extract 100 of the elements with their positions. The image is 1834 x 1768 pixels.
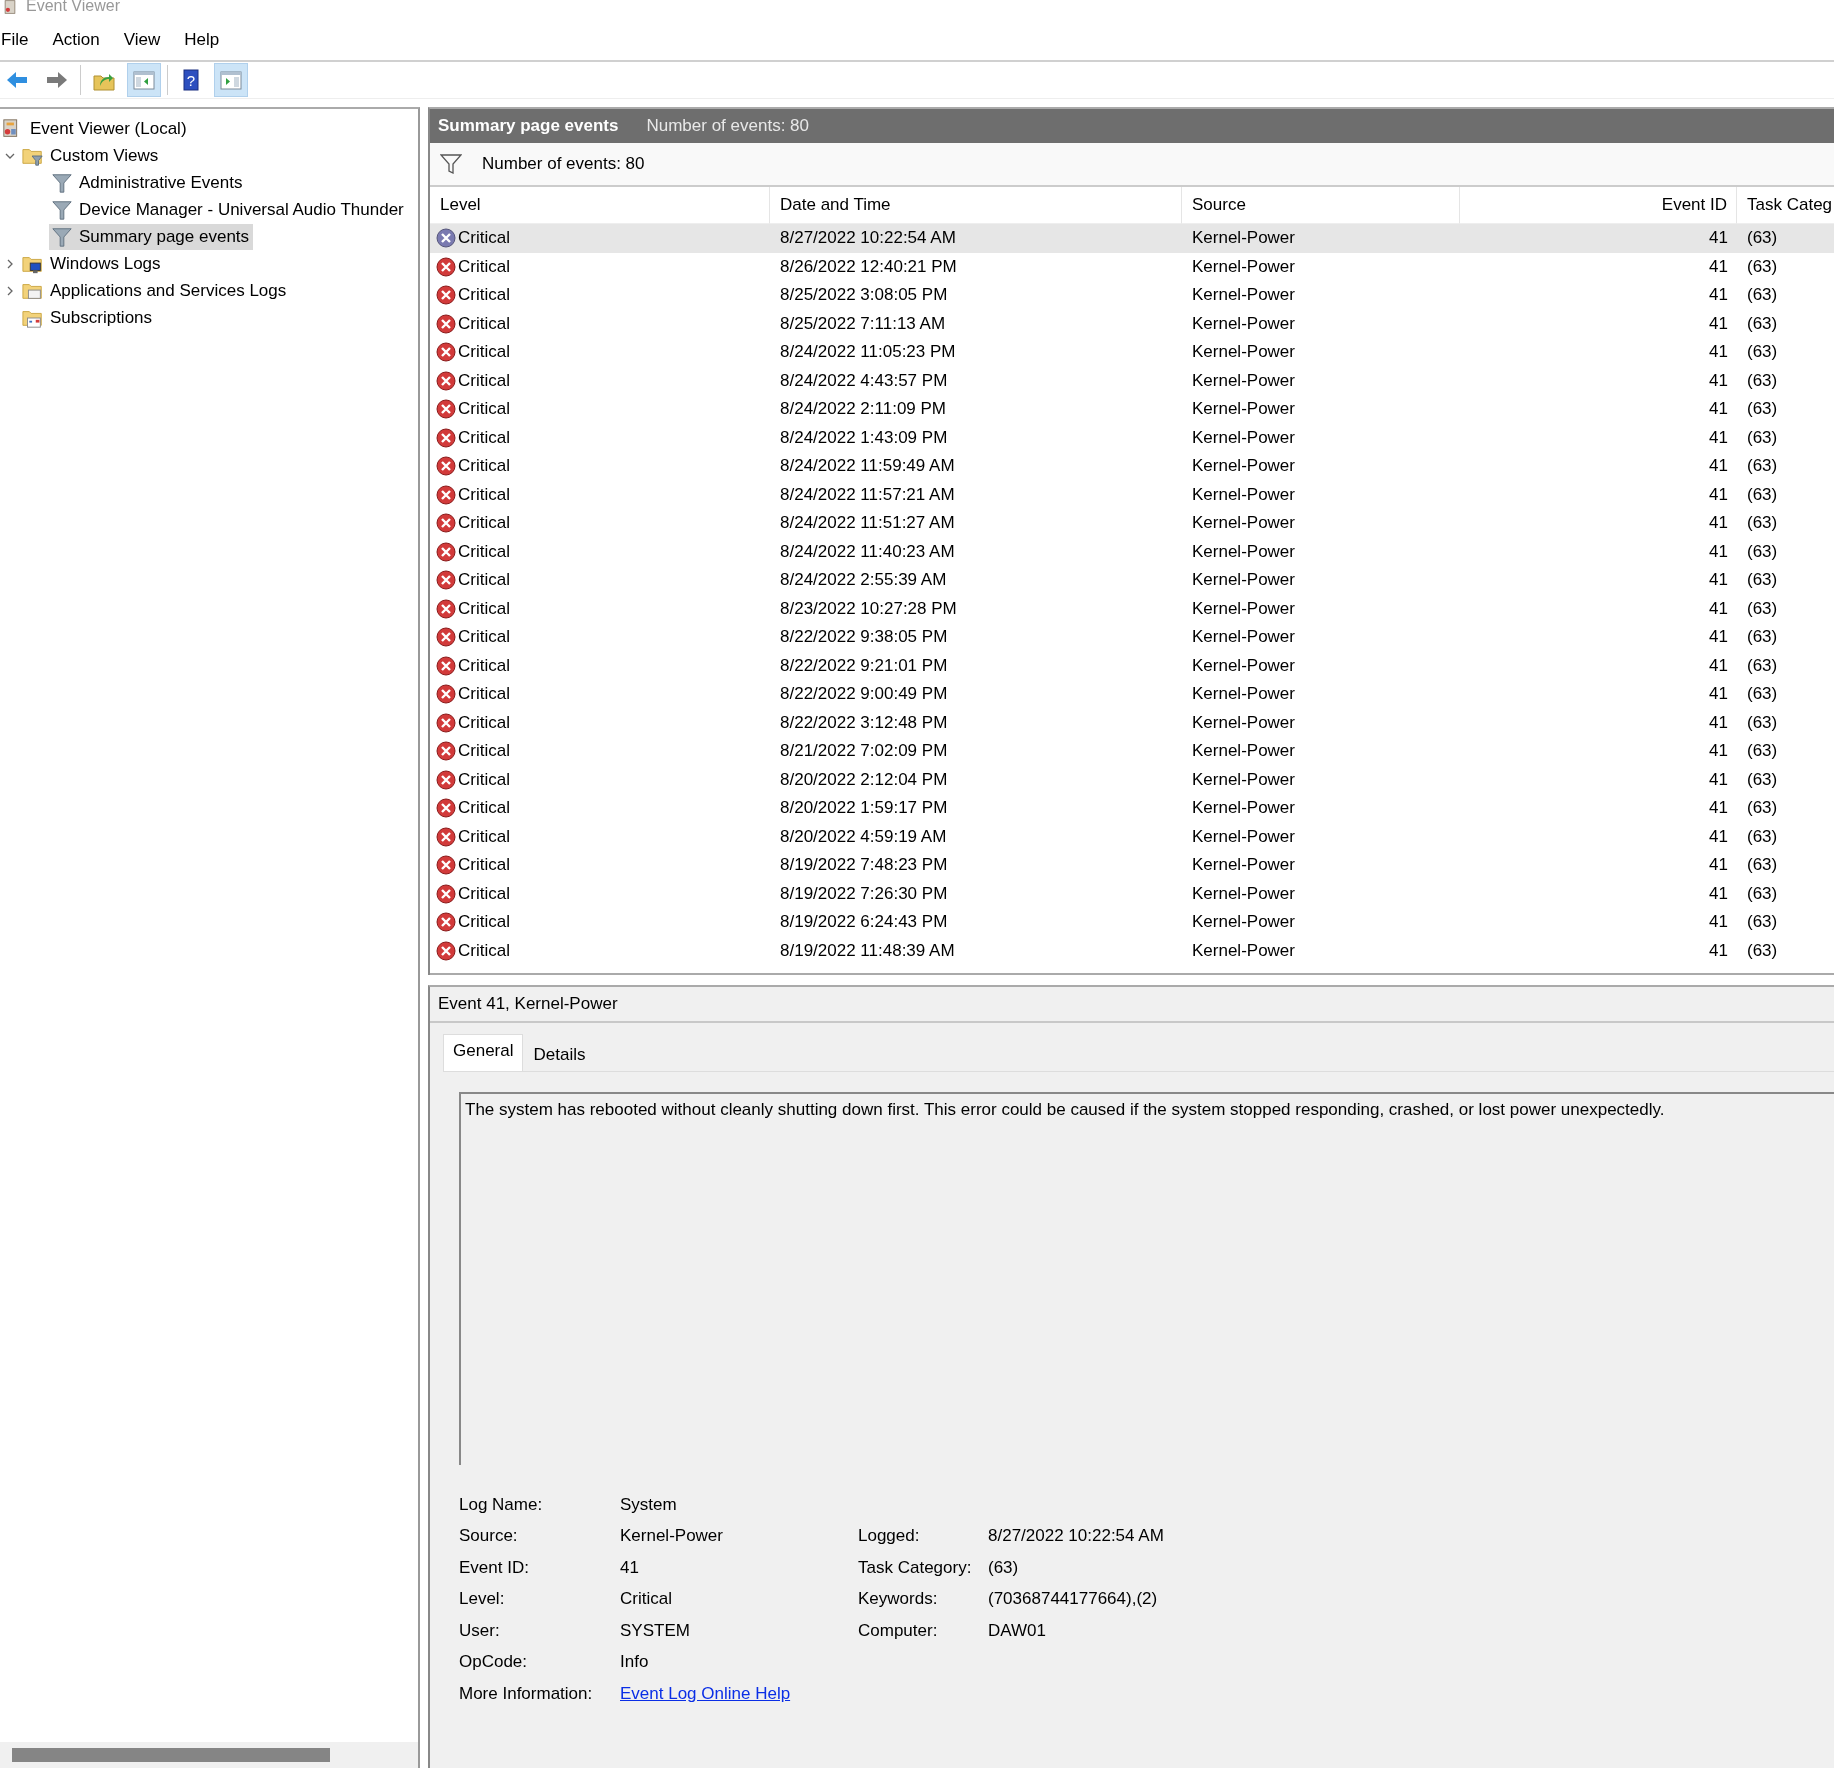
table-cell: Critical [430,281,770,310]
table-cell: Critical [430,851,770,880]
table-cell-text: Kernel-Power [1191,939,1296,962]
expand-chevron-icon[interactable] [5,258,15,269]
table-cell-text: 41 [1708,939,1729,962]
critical-icon [436,399,456,420]
table-cell-text: 41 [1708,740,1729,763]
field-label: Log Name: [459,1494,544,1515]
table-cell-text: (63) [1746,882,1779,905]
table-cell-text: Kernel-Power [1191,369,1296,392]
table-cell: Critical [430,822,770,851]
menu-item[interactable]: Action [40,28,112,52]
table-cell-text: (63) [1746,369,1779,392]
table-cell: Critical [430,737,770,766]
table-cell: Critical [430,794,770,823]
table-cell-text: (63) [1746,711,1779,734]
table-cell: Critical [430,623,770,652]
table-cell: Critical [430,252,770,281]
tree-item[interactable]: Summary page events [49,223,254,250]
field-value: Info [620,1652,650,1673]
table-cell-text: Kernel-Power [1191,654,1296,677]
table-cell-text: (63) [1746,312,1779,335]
table-cell: Critical [430,224,770,253]
critical-icon [436,541,456,562]
table-cell-text: 8/22/2022 9:00:49 PM [779,683,949,706]
critical-icon [436,627,456,648]
table-cell-text: (63) [1746,825,1779,848]
table-cell-text: 41 [1708,911,1729,934]
menu-item[interactable]: View [111,28,173,52]
event-title: Event 41, Kernel-Power [438,994,618,1014]
table-cell-text: 41 [1708,398,1729,421]
show-actions-button[interactable] [214,63,248,97]
table-cell: Critical [430,908,770,937]
table-cell-text: Kernel-Power [1191,455,1296,478]
critical-icon [436,712,456,733]
table-cell: Critical [430,708,770,737]
table-cell-text: 8/19/2022 11:48:39 AM [779,939,956,962]
menu-item[interactable]: Help [172,28,232,52]
table-cell-text: Kernel-Power [1191,797,1296,820]
tree-item[interactable]: Event Viewer (Local) [0,115,191,142]
table-cell-text: 41 [1708,284,1729,307]
table-cell-text: Kernel-Power [1191,341,1296,364]
field-value: 41 [620,1557,640,1578]
table-cell-text: 8/23/2022 10:27:28 PM [779,597,958,620]
table-cell-text: Kernel-Power [1191,882,1296,905]
table-cell-text: 8/26/2022 12:40:21 PM [779,255,958,278]
table-cell-text: 8/24/2022 11:51:27 AM [779,512,956,535]
critical-icon [436,427,456,448]
tab[interactable]: General [443,1034,524,1071]
event-description: The system has rebooted without cleanly shutting down first. This error could be caused if the system stopped responding, crashed, or lost power unexpectedly. [465,1100,1665,1119]
table-cell-text: Kernel-Power [1191,312,1296,335]
tree-item[interactable]: Windows Logs [20,250,165,277]
table-cell-text: (63) [1746,512,1779,535]
show-tree-button[interactable] [127,63,161,97]
table-cell-text: 41 [1708,341,1729,364]
table-cell-text: (63) [1746,255,1779,278]
tree-item[interactable]: Administrative Events [49,169,247,196]
table-cell-text: 41 [1708,654,1729,677]
table-cell-text: 8/25/2022 3:08:05 PM [779,284,949,307]
table-cell-text: 8/24/2022 1:43:09 PM [779,426,949,449]
menu-item[interactable]: File [0,28,41,52]
table-cell-text: Kernel-Power [1191,398,1296,421]
scrollbar-thumb[interactable] [12,1748,330,1762]
field-label: Task Category: [858,1557,973,1578]
table-cell-text: 41 [1708,882,1729,905]
table-cell: Critical [430,936,770,965]
critical-icon [436,684,456,705]
critical-icon [436,484,456,505]
table-cell-text: Kernel-Power [1191,740,1296,763]
table-cell-text: 8/24/2022 11:57:21 AM [779,483,956,506]
table-cell-text: (63) [1746,854,1779,877]
help-link[interactable]: Event Log Online Help [620,1683,858,1704]
tree-item[interactable]: Custom Views [20,142,163,169]
table-cell-text: 41 [1708,512,1729,535]
filter-icon [440,154,462,174]
expand-chevron-icon[interactable] [5,285,15,296]
table-cell-text: Kernel-Power [1191,854,1296,877]
table-cell-text: 8/24/2022 11:59:49 AM [779,455,956,478]
critical-icon [436,285,456,306]
critical-icon [436,798,456,819]
tab[interactable]: Details [523,1038,596,1071]
table-cell: Critical [430,452,770,481]
tree-item[interactable]: Device Manager - Universal Audio Thunder [49,196,408,223]
tree-item[interactable]: Applications and Services Logs [20,277,291,304]
table-cell: Critical [430,651,770,680]
table-cell: Critical [430,309,770,338]
field-value: Kernel-Power [620,1526,724,1547]
table-cell-text: (63) [1746,341,1779,364]
table-cell-text: (63) [1746,398,1779,421]
tree-item[interactable]: Subscriptions [20,304,157,331]
critical-icon [436,855,456,876]
table-cell-text: (63) [1746,768,1779,791]
table-cell-text: 41 [1708,825,1729,848]
event-count: Number of events: 80 [646,116,809,136]
table-cell-text: Kernel-Power [1191,284,1296,307]
table-cell-text: Kernel-Power [1191,426,1296,449]
table-cell-text: (63) [1746,284,1779,307]
filter-count: Number of events: 80 [482,154,645,174]
table-cell-text: (63) [1746,540,1779,563]
table-cell-text: (63) [1746,455,1779,478]
